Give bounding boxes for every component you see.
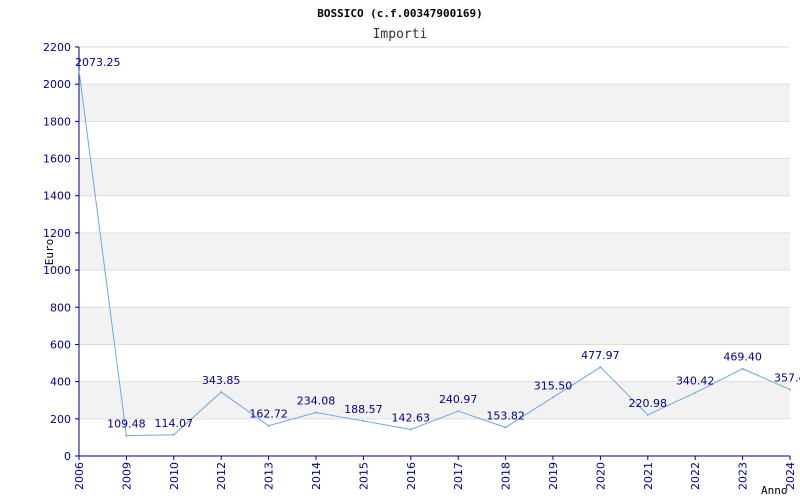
x-tick-label: 2018 (500, 462, 513, 490)
data-label: 469.40 (723, 351, 762, 364)
y-tick-label: 1200 (43, 227, 71, 240)
x-tick-label: 2014 (310, 462, 323, 490)
chart-title: BOSSICO (c.f.00347900169) (317, 7, 483, 20)
data-label: 315.50 (534, 379, 573, 392)
x-tick-label: 2020 (594, 462, 607, 490)
data-point (172, 433, 175, 436)
data-point (409, 428, 412, 431)
grid-band (79, 84, 790, 122)
x-tick-label: 2022 (689, 462, 702, 490)
grid-band (79, 47, 790, 85)
data-point (362, 419, 365, 422)
data-label: 142.63 (392, 411, 431, 424)
data-point (552, 396, 554, 399)
data-label: 340.42 (676, 375, 715, 388)
y-tick-label: 2000 (43, 78, 71, 91)
y-tick-label: 1600 (43, 153, 71, 166)
data-point (315, 411, 317, 414)
y-tick-label: 1800 (43, 115, 71, 128)
data-point (599, 366, 602, 369)
data-label: 357.4 (774, 372, 800, 385)
data-point (646, 413, 649, 416)
grid-band (79, 270, 790, 308)
data-point (125, 434, 128, 437)
line-chart: 0200400600800100012001400160018002000220… (43, 7, 800, 497)
x-axis-label: Anno (761, 484, 788, 497)
x-tick-label: 2013 (263, 462, 276, 490)
y-tick-label: 2200 (43, 41, 71, 54)
data-label: 162.72 (249, 408, 288, 421)
data-label: 153.82 (486, 409, 525, 422)
data-label: 477.97 (581, 349, 620, 362)
data-label: 109.48 (107, 418, 146, 431)
data-point (78, 69, 80, 72)
x-tick-label: 2019 (547, 462, 560, 490)
x-tick-label: 2010 (168, 462, 181, 490)
data-point (789, 388, 791, 391)
x-tick-label: 2015 (357, 462, 370, 490)
y-tick-label: 200 (50, 413, 71, 426)
chart-subtitle: Importi (373, 27, 428, 42)
x-tick-label: 2016 (405, 462, 418, 490)
data-point (504, 426, 507, 429)
data-label: 114.07 (155, 417, 194, 430)
x-tick-label: 2021 (642, 462, 655, 490)
data-label: 188.57 (344, 403, 383, 416)
y-axis-label: Euro (43, 239, 56, 266)
x-tick-label: 2009 (120, 462, 133, 490)
grid-band (79, 307, 790, 345)
y-tick-label: 600 (50, 338, 71, 351)
data-label: 343.85 (202, 374, 241, 387)
data-point (694, 391, 697, 394)
y-tick-label: 400 (50, 376, 71, 389)
data-label: 234.08 (297, 394, 336, 407)
plot-background-bands (79, 47, 790, 456)
x-tick-label: 2012 (215, 462, 228, 490)
y-tick-label: 0 (64, 450, 71, 463)
grid-band (79, 232, 790, 271)
grid-band (79, 158, 790, 196)
data-label: 240.97 (439, 393, 478, 406)
data-point (741, 367, 744, 370)
data-point (457, 410, 460, 413)
x-tick-labels: 2006 2009 2010 2012 2013 2014 2015 2016 2017 2018… (73, 456, 797, 490)
x-tick-label: 2006 (73, 462, 86, 490)
x-tick-label: 2017 (452, 462, 465, 490)
y-tick-label: 800 (50, 301, 71, 314)
y-tick-label: 1400 (43, 190, 71, 203)
data-point (267, 424, 270, 427)
grid-band (79, 195, 790, 233)
grid-band (79, 121, 790, 159)
data-label: 220.98 (629, 397, 668, 410)
data-point (220, 391, 223, 394)
data-label: 2073.25 (75, 56, 121, 69)
x-tick-label: 2023 (737, 462, 750, 490)
